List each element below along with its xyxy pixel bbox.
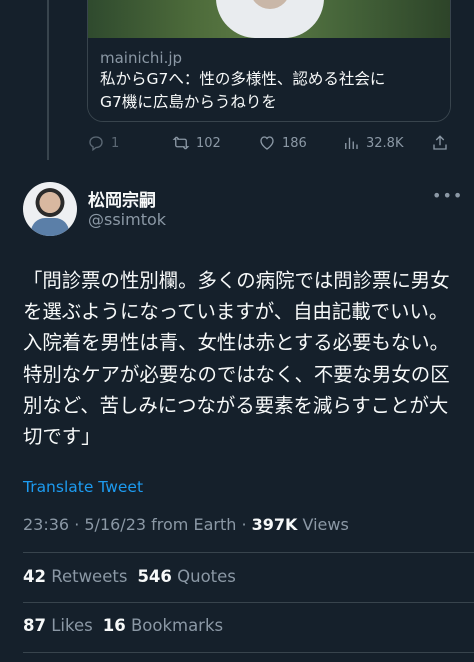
link-title-line-2: G7機に広島からうねりを [100,93,277,111]
link-preview-image[interactable] [88,0,450,38]
bookmarks-stat[interactable]: 16 Bookmarks [103,616,223,635]
reply-icon [89,136,103,152]
views-count: 32.8K [366,135,404,151]
like-count: 186 [282,135,307,151]
author-name[interactable]: 松岡宗嗣 [88,186,156,211]
retweets-count: 42 [23,567,46,586]
divider [23,552,474,553]
likes-label: Likes [51,616,93,635]
retweets-label: Retweets [51,567,128,586]
like-icon [260,136,274,150]
link-domain: mainichi.jp [100,49,183,67]
retweet-count: 102 [196,135,221,151]
views-button[interactable]: 32.8K [342,132,403,154]
likes-count: 87 [23,616,46,635]
share-icon [433,135,447,150]
more-options-icon[interactable]: ••• [432,186,462,206]
share-button[interactable] [431,132,455,154]
quotes-label: Quotes [177,567,236,586]
thread-line [47,0,49,160]
tweet-timestamp[interactable]: 23:36 · 5/16/23 from Earth · [23,515,252,534]
link-preview-body[interactable]: mainichi.jp 私からG7へ：性の多様性、認める社会に G7機に広島から… [88,38,450,121]
bookmarks-count: 16 [102,616,126,635]
quotes-count: 546 [137,567,172,586]
retweet-icon [172,136,190,150]
bookmarks-label: Bookmarks [130,616,224,635]
translate-tweet-link[interactable]: Translate Tweet [23,478,143,496]
divider [23,652,474,653]
tweet-views-count: 397K [251,515,298,534]
tweet-metadata: 23:36 · 5/16/23 from Earth · 397K Views [23,515,349,534]
tweet-views-label: Views [297,515,349,534]
views-icon [345,137,358,149]
retweets-stat[interactable]: 42 Retweets [23,567,127,586]
link-title-line-1: 私からG7へ：性の多様性、認める社会に [100,70,386,88]
likes-stat[interactable]: 87 Likes [23,616,93,635]
author-handle[interactable]: @ssimtok [88,210,166,229]
stats-row-likes-bookmarks: 87 Likes 16 Bookmarks [23,616,223,635]
retweet-button[interactable]: 102 [172,132,221,154]
quotes-stat[interactable]: 546 Quotes [137,567,235,586]
link-preview-card[interactable]: mainichi.jp 私からG7へ：性の多様性、認める社会に G7機に広島から… [87,0,451,122]
stats-row-retweets-quotes: 42 Retweets 546 Quotes [23,567,236,586]
tweet-text: 「問診票の性別欄。多くの病院では問診票に男女を選ぶようになっていますが、自由記載… [23,269,450,449]
like-button[interactable]: 186 [258,132,307,154]
avatar[interactable] [23,182,77,236]
avatar-shirt [31,218,69,236]
tweet-action-bar: 1 102 186 32.8K [87,132,451,156]
divider [23,602,474,603]
reply-count: 1 [111,135,120,151]
reply-button[interactable]: 1 [87,132,119,154]
